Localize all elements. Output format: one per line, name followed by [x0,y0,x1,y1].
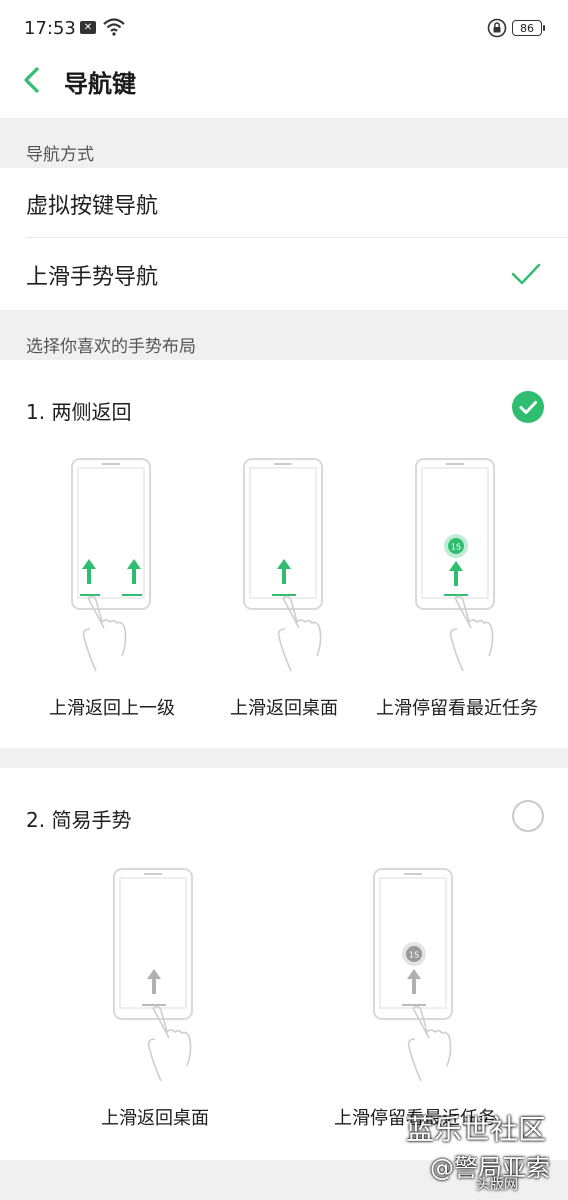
section-label: 导航方式 [26,145,94,165]
battery-icon: 86 [512,20,545,36]
checkmark-icon [511,263,541,285]
status-time: 17:53 [24,18,76,39]
gesture-illustration-back [71,458,151,672]
battery-level: 86 [520,22,534,35]
gesture-caption: 上滑返回上一级 [49,698,175,719]
section-header-layout: 选择你喜欢的手势布局 [0,310,568,360]
nav-mode-swipe-gesture[interactable]: 上滑手势导航 [0,239,568,309]
option-title: 2. 简易手势 [26,808,132,832]
gesture-caption: 上滑停留看最近任务 [376,698,538,719]
section-header-nav-mode: 导航方式 [0,118,568,168]
gesture-illustration-recents: 1S [415,458,495,672]
wifi-icon [103,18,125,36]
layout-option-both-sides-back[interactable]: 1. 两侧返回 1S 上滑返回上一级 上滑返回桌面 上滑停留看最近任务 [0,360,568,748]
page-title: 导航键 [64,70,136,98]
chevron-left-icon[interactable] [18,66,46,94]
watermark-text: 蓝乐世社区 [406,1113,547,1146]
row-label: 上滑手势导航 [26,265,159,290]
section-label: 选择你喜欢的手势布局 [26,337,196,357]
layout-option-simple-gesture[interactable]: 2. 简易手势 1S 上滑返回桌面 上滑停留看最近任务 [0,768,568,1160]
nav-mode-virtual-keys[interactable]: 虚拟按键导航 [0,168,568,238]
row-label: 虚拟按键导航 [26,194,159,219]
hold-badge: 1S [451,543,461,552]
gesture-caption: 上滑返回桌面 [101,1108,209,1129]
divider [26,237,568,238]
header: 导航键 [0,58,568,116]
message-icon: ✕ [80,21,96,34]
gesture-caption: 上滑返回桌面 [230,698,338,719]
section-separator [0,748,568,768]
gesture-illustration-recents: 1S [373,868,453,1082]
radio-unselected-icon[interactable] [512,800,544,832]
gesture-illustration-home [113,868,193,1082]
hold-badge: 1S [409,951,419,960]
radio-selected-icon[interactable] [512,391,544,423]
status-bar: 17:53 ✕ 86 [0,0,568,58]
option-title: 1. 两侧返回 [26,400,132,424]
lock-icon [487,18,507,38]
watermark-text: 头版网 [476,1177,518,1193]
gesture-illustration-home [243,458,323,672]
